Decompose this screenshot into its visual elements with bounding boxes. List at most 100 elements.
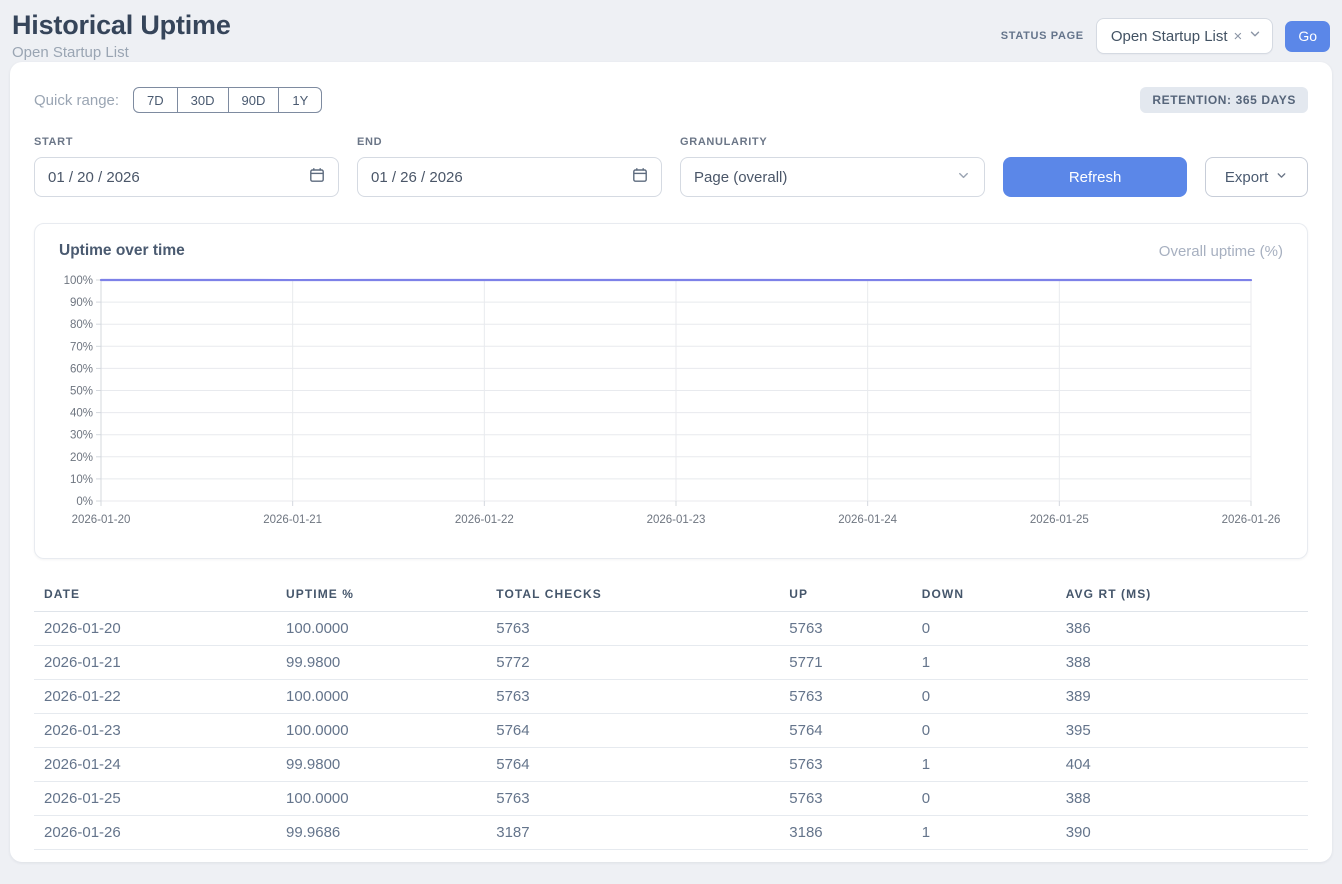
svg-text:40%: 40% [70, 408, 93, 420]
table-row: 2026-01-25100.0000576357630388 [34, 782, 1308, 816]
table-cell: 1 [912, 816, 1056, 850]
table-cell: 5763 [779, 680, 911, 714]
svg-text:80%: 80% [70, 319, 93, 331]
start-label: START [34, 136, 339, 148]
table-cell: 5763 [486, 612, 779, 646]
table-cell: 1 [912, 646, 1056, 680]
table-cell: 100.0000 [276, 612, 486, 646]
column-header: DATE [34, 581, 276, 612]
table-cell: 5763 [779, 782, 911, 816]
retention-badge: RETENTION: 365 DAYS [1140, 87, 1308, 113]
table-cell: 2026-01-26 [34, 816, 276, 850]
table-cell: 5772 [486, 646, 779, 680]
quick-range-90d-button[interactable]: 90D [228, 87, 280, 113]
start-date-input[interactable]: 01 / 20 / 2026 [34, 157, 339, 197]
table-cell: 5764 [779, 714, 911, 748]
table-cell: 5764 [486, 748, 779, 782]
table-cell: 5763 [486, 782, 779, 816]
svg-text:20%: 20% [70, 452, 93, 464]
status-page-label: STATUS PAGE [1001, 30, 1084, 42]
svg-text:2026-01-26: 2026-01-26 [1222, 514, 1281, 526]
svg-text:2026-01-23: 2026-01-23 [647, 514, 706, 526]
chart-legend: Overall uptime (%) [1159, 243, 1283, 260]
quick-range-1y-button[interactable]: 1Y [278, 87, 322, 113]
controls-row: START 01 / 20 / 2026 END 01 / 26 / 2026 … [34, 136, 1308, 197]
table-cell: 0 [912, 782, 1056, 816]
granularity-selected-value: Page (overall) [694, 169, 787, 186]
table-row: 2026-01-2699.9686318731861390 [34, 816, 1308, 850]
table-cell: 99.9800 [276, 748, 486, 782]
go-button[interactable]: Go [1285, 21, 1330, 52]
table-cell: 389 [1056, 680, 1308, 714]
table-cell: 5763 [779, 612, 911, 646]
table-cell: 2026-01-25 [34, 782, 276, 816]
end-date-value: 01 / 26 / 2026 [371, 169, 463, 186]
status-page-select[interactable]: Open Startup List × [1096, 18, 1274, 54]
table-cell: 388 [1056, 782, 1308, 816]
calendar-icon[interactable] [632, 167, 648, 187]
table-cell: 99.9686 [276, 816, 486, 850]
table-cell: 1 [912, 748, 1056, 782]
granularity-label: GRANULARITY [680, 136, 985, 148]
svg-text:2026-01-21: 2026-01-21 [263, 514, 322, 526]
table-cell: 0 [912, 680, 1056, 714]
column-header: TOTAL CHECKS [486, 581, 779, 612]
table-cell: 3187 [486, 816, 779, 850]
table-cell: 100.0000 [276, 680, 486, 714]
svg-text:60%: 60% [70, 363, 93, 375]
svg-text:90%: 90% [70, 297, 93, 309]
chart-card: Uptime over time Overall uptime (%) 0%10… [34, 223, 1308, 559]
granularity-select[interactable]: Page (overall) [680, 157, 985, 197]
svg-text:30%: 30% [70, 430, 93, 442]
uptime-table: DATEUPTIME %TOTAL CHECKSUPDOWNAVG RT (MS… [34, 581, 1308, 850]
table-cell: 390 [1056, 816, 1308, 850]
table-cell: 0 [912, 612, 1056, 646]
refresh-button[interactable]: Refresh [1003, 157, 1187, 197]
header-right: STATUS PAGE Open Startup List × Go [1001, 18, 1330, 54]
end-date-input[interactable]: 01 / 26 / 2026 [357, 157, 662, 197]
table-cell: 2026-01-24 [34, 748, 276, 782]
table-row: 2026-01-2199.9800577257711388 [34, 646, 1308, 680]
table-cell: 5771 [779, 646, 911, 680]
table-cell: 386 [1056, 612, 1308, 646]
clear-selection-icon[interactable]: × [1234, 28, 1243, 45]
uptime-table-body: 2026-01-20100.00005763576303862026-01-21… [34, 612, 1308, 850]
end-label: END [357, 136, 662, 148]
svg-text:0%: 0% [76, 496, 93, 508]
table-cell: 2026-01-20 [34, 612, 276, 646]
column-header: AVG RT (MS) [1056, 581, 1308, 612]
table-cell: 100.0000 [276, 782, 486, 816]
chevron-down-icon [956, 168, 971, 187]
export-button[interactable]: Export [1205, 157, 1308, 197]
table-cell: 100.0000 [276, 714, 486, 748]
table-cell: 2026-01-21 [34, 646, 276, 680]
table-cell: 0 [912, 714, 1056, 748]
table-cell: 99.9800 [276, 646, 486, 680]
table-row: 2026-01-22100.0000576357630389 [34, 680, 1308, 714]
quick-range-30d-button[interactable]: 30D [177, 87, 229, 113]
page-title: Historical Uptime [12, 10, 231, 41]
svg-text:10%: 10% [70, 474, 93, 486]
chevron-down-icon [1248, 27, 1262, 45]
table-cell: 5764 [486, 714, 779, 748]
svg-text:70%: 70% [70, 341, 93, 353]
table-row: 2026-01-23100.0000576457640395 [34, 714, 1308, 748]
table-cell: 395 [1056, 714, 1308, 748]
export-button-label: Export [1225, 169, 1268, 186]
top-header: Historical Uptime Open Startup List STAT… [0, 0, 1342, 62]
svg-text:2026-01-22: 2026-01-22 [455, 514, 514, 526]
column-header: UP [779, 581, 911, 612]
calendar-icon[interactable] [309, 167, 325, 187]
title-block: Historical Uptime Open Startup List [12, 10, 231, 61]
table-cell: 2026-01-22 [34, 680, 276, 714]
table-cell: 5763 [486, 680, 779, 714]
quick-range-7d-button[interactable]: 7D [133, 87, 178, 113]
svg-text:2026-01-24: 2026-01-24 [838, 514, 897, 526]
table-row: 2026-01-20100.0000576357630386 [34, 612, 1308, 646]
column-header: UPTIME % [276, 581, 486, 612]
svg-text:2026-01-25: 2026-01-25 [1030, 514, 1089, 526]
svg-text:50%: 50% [70, 386, 93, 398]
table-row: 2026-01-2499.9800576457631404 [34, 748, 1308, 782]
page-subtitle: Open Startup List [12, 44, 231, 61]
status-page-selected-value: Open Startup List [1111, 28, 1228, 45]
